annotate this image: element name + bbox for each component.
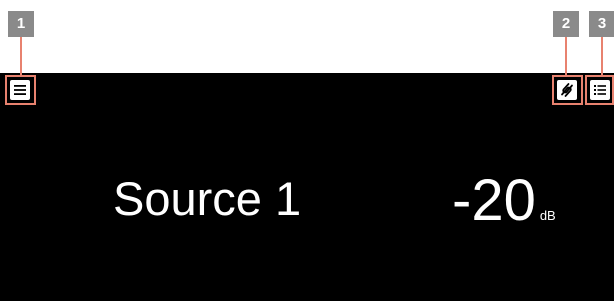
link-button[interactable]: [557, 80, 577, 100]
menu-button[interactable]: [10, 80, 30, 100]
list-icon: [594, 85, 606, 95]
callout-line-3: [601, 37, 603, 75]
source-name: Source 1: [113, 172, 302, 225]
callout-line-1: [20, 37, 22, 75]
callout-badge-3: 3: [589, 11, 614, 37]
callout-line-2: [565, 37, 567, 75]
hamburger-menu-icon: [14, 85, 26, 95]
callout-badge-2: 2: [553, 11, 579, 37]
link-icon: [561, 83, 573, 97]
volume-unit: dB: [539, 208, 556, 223]
list-button[interactable]: [590, 80, 610, 100]
volume-value: -20: [452, 168, 536, 233]
volume-readout: -20 dB: [452, 172, 556, 230]
callout-badge-1: 1: [8, 11, 34, 37]
